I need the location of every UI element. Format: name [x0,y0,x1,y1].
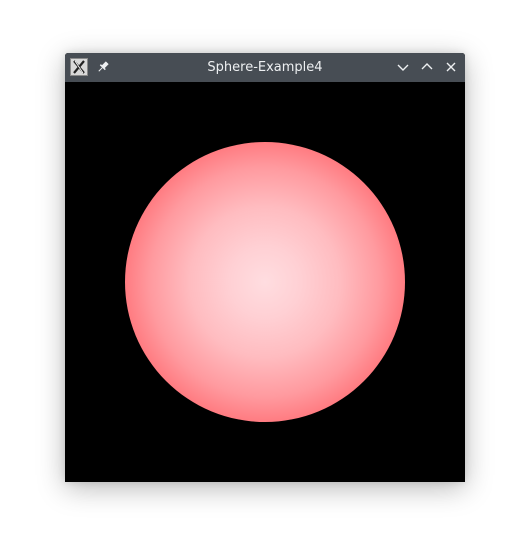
x-app-icon[interactable] [70,58,88,76]
close-icon[interactable] [443,59,459,75]
red-sphere [125,142,405,422]
pin-icon[interactable] [95,59,111,75]
title-bar[interactable]: Sphere-Example4 [65,53,465,82]
render-viewport[interactable] [65,82,465,482]
app-window: Sphere-Example4 [65,53,465,482]
chevron-down-icon[interactable] [395,59,411,75]
window-controls [395,59,459,75]
chevron-up-icon[interactable] [419,59,435,75]
